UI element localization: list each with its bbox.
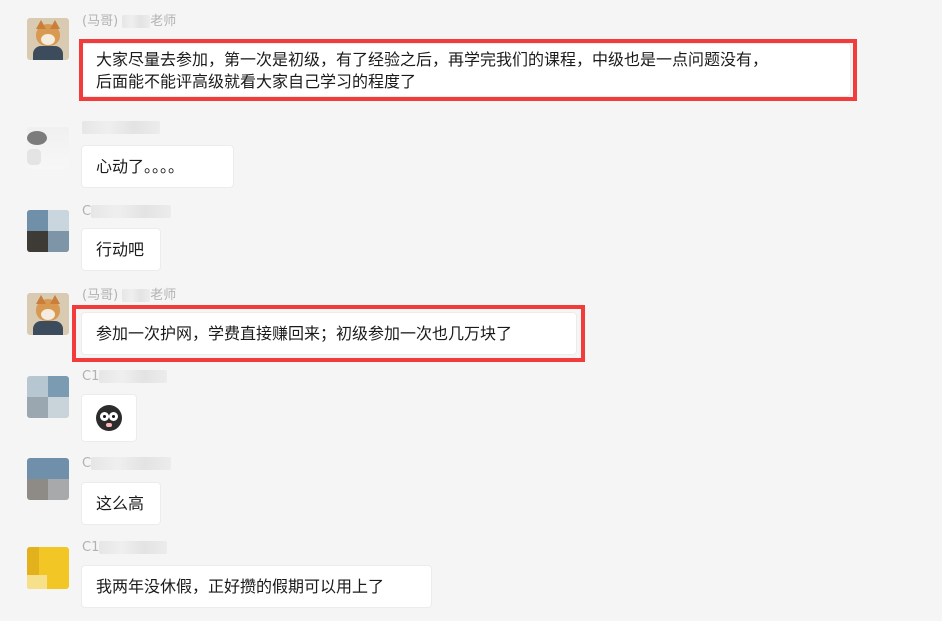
message-bubble[interactable]: 心动了。。。。 [81,145,234,188]
sender-name: (马哥) 老师 [82,288,177,303]
avatar[interactable] [27,210,69,252]
avatar[interactable] [27,293,69,335]
message-bubble[interactable]: 这么高 [81,482,161,525]
avatar[interactable] [27,458,69,500]
message-bubble[interactable]: 行动吧 [81,228,161,271]
avatar[interactable] [27,18,69,60]
message-text: 这么高 [96,494,145,513]
sender-name: C1 [82,369,168,385]
highlight-box [72,305,585,362]
avatar[interactable] [27,376,69,418]
message-text: 我两年没休假，正好攒的假期可以用上了 [96,577,385,596]
message-text: 行动吧 [96,240,145,259]
message-text: 心动了。。。。 [96,157,185,176]
sender-name: C [82,204,172,220]
avatar[interactable] [27,547,69,589]
message-bubble[interactable]: 我两年没休假，正好攒的假期可以用上了 [81,565,432,608]
chat-history[interactable]: (马哥) 老师 大家尽量去参加，第一次是初级，有了经验之后，再学完我们的课程，中… [0,0,942,621]
sender-name: C1 [82,540,168,556]
highlight-box [79,39,857,101]
sender-name: C [82,456,172,472]
sender-name [82,120,160,136]
avatar[interactable] [27,127,69,169]
sender-name: (马哥) 老师 [82,14,177,29]
message-bubble[interactable] [81,394,137,442]
shocked-face-sticker [96,405,122,431]
